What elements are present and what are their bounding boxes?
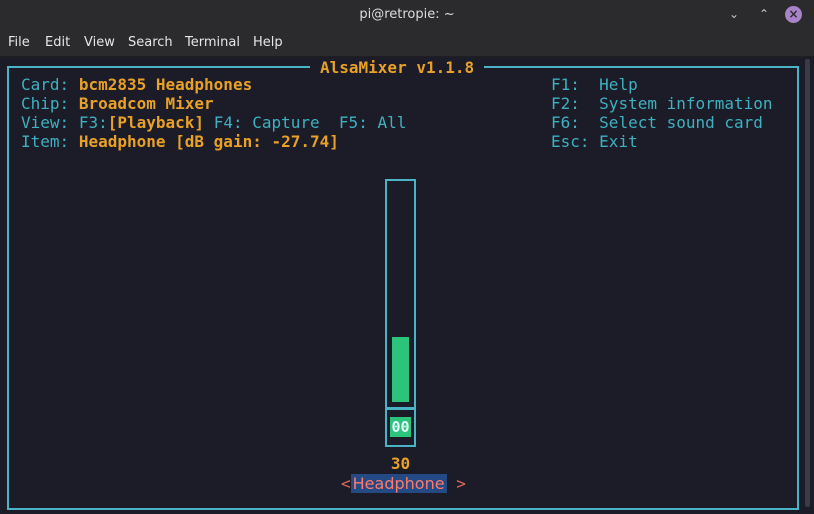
volume-slider[interactable]	[385, 179, 416, 410]
key-esc-action: Exit	[599, 132, 638, 151]
channel-value-box: 00	[385, 407, 416, 447]
view-capture-tab[interactable]: F4: Capture	[214, 113, 320, 132]
key-help-f2: F2: System information	[551, 94, 773, 113]
menu-file[interactable]: File	[8, 35, 30, 50]
volume-slider-fill	[392, 336, 409, 402]
key-f2-action: System information	[599, 94, 773, 113]
item-value: Headphone [dB gain: -27.74]	[78, 132, 339, 151]
key-f2: F2:	[551, 94, 580, 113]
key-help-esc: Esc: Exit	[551, 132, 638, 151]
window-title: pi@retropie: ~	[359, 7, 455, 22]
alsamixer-title: AlsaMixer v1.1.8	[310, 58, 485, 77]
control-arrow-right: >	[456, 474, 466, 493]
volume-slider-track	[392, 184, 409, 402]
view-label: View:	[21, 113, 70, 132]
chip-label: Chip:	[21, 94, 70, 113]
terminal-scrollbar[interactable]	[805, 59, 810, 507]
key-f1-action: Help	[599, 75, 638, 94]
key-esc: Esc:	[551, 132, 590, 151]
card-line: Card: bcm2835 Headphones	[21, 75, 252, 94]
menu-help[interactable]: Help	[253, 35, 283, 50]
key-help-f6: F6: Select sound card	[551, 113, 763, 132]
minimize-icon[interactable]: ⌄	[726, 6, 742, 22]
chip-value: Broadcom Mixer	[78, 94, 214, 113]
volume-value: 30	[390, 454, 411, 473]
control-name-label: Headphone	[350, 474, 447, 493]
maximize-icon[interactable]: ⌃	[756, 6, 772, 22]
view-f3-key: F3:	[78, 113, 108, 132]
terminal-area[interactable]: AlsaMixer v1.1.8 Card: bcm2835 Headphone…	[0, 57, 814, 514]
item-label: Item:	[21, 132, 70, 151]
key-help-f1: F1: Help	[551, 75, 638, 94]
item-line: Item: Headphone [dB gain: -27.74]	[21, 132, 339, 151]
chip-line: Chip: Broadcom Mixer	[21, 94, 214, 113]
menu-search[interactable]: Search	[128, 35, 173, 50]
menu-view[interactable]: View	[84, 35, 115, 50]
key-f6-action: Select sound card	[599, 113, 763, 132]
menu-edit[interactable]: Edit	[45, 35, 70, 50]
view-line: View: F3:[Playback] F4: Capture F5: All	[21, 113, 406, 132]
close-icon[interactable]: ×	[785, 6, 802, 23]
window-titlebar[interactable]: pi@retropie: ~ ⌄ ⌃ ×	[0, 0, 814, 30]
control-arrow-left: <	[341, 474, 351, 493]
channel-badge: 00	[390, 417, 411, 437]
key-f1: F1:	[551, 75, 580, 94]
key-f6: F6:	[551, 113, 580, 132]
menu-terminal[interactable]: Terminal	[185, 35, 240, 50]
card-value: bcm2835 Headphones	[78, 75, 253, 94]
control-name[interactable]: < Headphone >	[341, 474, 466, 494]
menu-bar: File Edit View Search Terminal Help	[0, 30, 814, 57]
card-label: Card:	[21, 75, 70, 94]
view-all-tab[interactable]: F5: All	[339, 113, 406, 132]
view-playback-tab[interactable]: [Playback]	[108, 113, 204, 132]
